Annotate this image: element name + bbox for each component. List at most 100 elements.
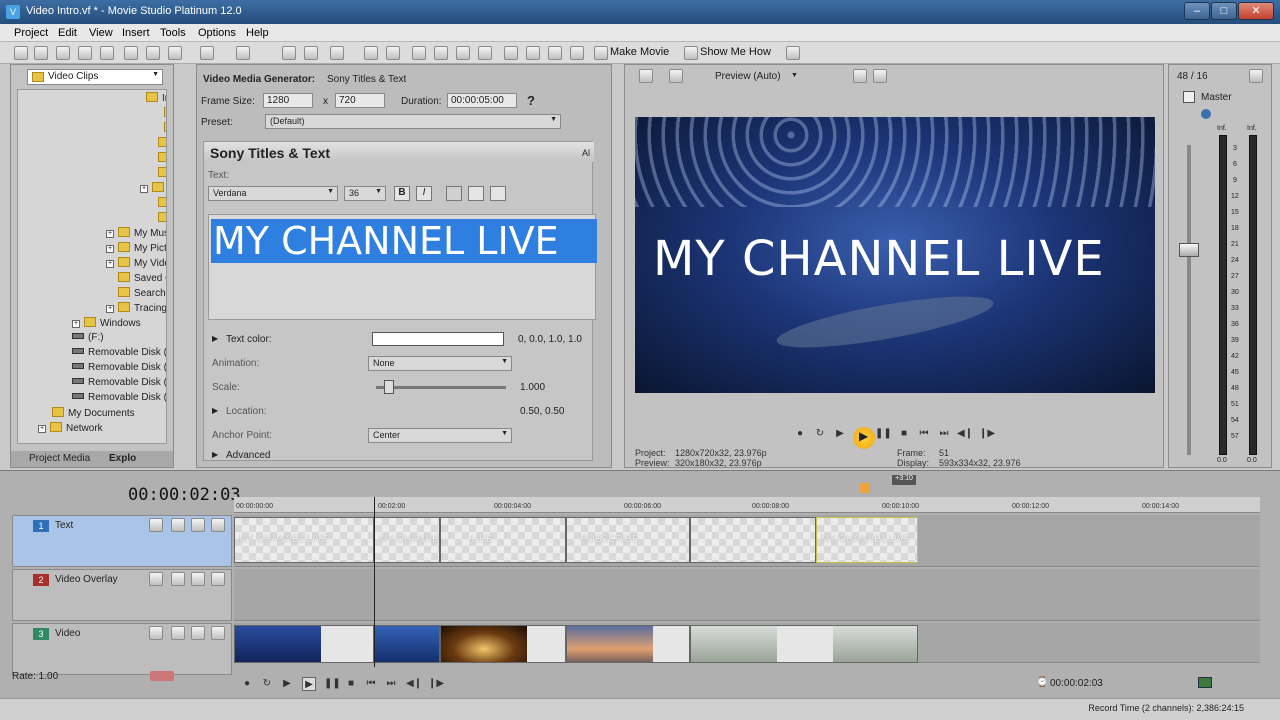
text-editor[interactable]: MY CHANNEL LIVE: [208, 214, 597, 320]
menu-tools[interactable]: Tools: [160, 27, 186, 39]
expand-icon[interactable]: +: [38, 425, 46, 433]
normal-edit-tool-icon[interactable]: [282, 46, 296, 60]
next-frame-icon[interactable]: ❙▶: [979, 427, 995, 441]
help-icon[interactable]: ?: [527, 93, 535, 108]
expand-icon[interactable]: +: [106, 230, 114, 238]
text-clip-selected[interactable]: MY CHANNEL LIVE: [816, 517, 918, 563]
rate-slider[interactable]: [150, 671, 174, 681]
auto-ripple-icon[interactable]: [386, 46, 400, 60]
track-name[interactable]: Text: [55, 520, 73, 531]
tree-item[interactable]: [164, 107, 166, 121]
tree-item[interactable]: Removable Disk (J:): [72, 392, 166, 406]
solo-icon[interactable]: [211, 518, 225, 532]
menu-options[interactable]: Options: [198, 27, 236, 39]
track-header-video[interactable]: 3 Video: [12, 623, 232, 675]
tree-item[interactable]: Searches: [118, 287, 166, 301]
menu-insert[interactable]: Insert: [122, 27, 150, 39]
expand-icon[interactable]: +: [72, 320, 80, 328]
pause-icon[interactable]: ❚❚: [875, 427, 892, 441]
track-name[interactable]: Video Overlay: [55, 574, 118, 585]
track-motion-icon[interactable]: [149, 518, 163, 532]
selected-text[interactable]: MY CHANNEL LIVE: [211, 219, 597, 263]
play-from-start-icon[interactable]: ▶: [833, 427, 847, 441]
tree-item[interactable]: +My Pictu: [106, 242, 166, 256]
tree-item[interactable]: [164, 122, 166, 136]
make-movie-button[interactable]: Make Movie: [610, 46, 669, 58]
tree-item[interactable]: K: [158, 137, 166, 151]
master-checkbox[interactable]: [1183, 91, 1195, 103]
expand-icon[interactable]: +: [140, 185, 148, 193]
time-ruler[interactable]: 00:00:00:00 00:02:00 00:00:04:00 00:00:0…: [234, 497, 1260, 513]
video-clip[interactable]: [234, 625, 374, 663]
previous-frame-icon[interactable]: ◀❙: [957, 427, 973, 441]
next-frame-icon[interactable]: ❙▶: [428, 677, 444, 691]
redo-icon[interactable]: [236, 46, 250, 60]
record-icon[interactable]: ●: [240, 677, 254, 691]
play-icon[interactable]: ▶: [302, 677, 316, 691]
solo-icon[interactable]: [211, 626, 225, 640]
save-snapshot-icon[interactable]: [873, 69, 887, 83]
text-clip[interactable]: MY CHANNEL LIVE: [374, 517, 440, 563]
scale-slider-handle[interactable]: [384, 380, 394, 394]
tree-item[interactable]: + Windows: [72, 317, 141, 331]
tree-item[interactable]: (F:): [72, 332, 104, 346]
tree-item[interactable]: R: [158, 167, 166, 181]
expand-icon[interactable]: +: [106, 260, 114, 268]
stop-icon[interactable]: ■: [897, 427, 911, 441]
save-icon[interactable]: [78, 46, 92, 60]
edit-tool-icon[interactable]: [504, 46, 518, 60]
anchor-dropdown[interactable]: Center: [368, 428, 512, 443]
record-icon[interactable]: ●: [793, 427, 807, 441]
go-to-start-icon[interactable]: ⏮: [917, 427, 931, 441]
mute-icon[interactable]: [191, 572, 205, 586]
tree-item[interactable]: N: [158, 152, 166, 166]
text-color-swatch[interactable]: [372, 332, 504, 346]
track-fx-icon[interactable]: [171, 518, 185, 532]
playhead-cursor[interactable]: [374, 497, 375, 667]
italic-button[interactable]: I: [416, 186, 432, 201]
lock-envelopes-icon[interactable]: [412, 46, 426, 60]
track-fx-icon[interactable]: [171, 572, 185, 586]
location-value[interactable]: 0.50, 0.50: [520, 406, 564, 417]
video-clip[interactable]: [440, 625, 566, 663]
stop-icon[interactable]: ■: [344, 677, 358, 691]
menu-edit[interactable]: Edit: [58, 27, 77, 39]
region-marker[interactable]: +3:10: [892, 475, 916, 485]
animation-dropdown[interactable]: None: [368, 356, 512, 371]
menu-view[interactable]: View: [89, 27, 113, 39]
align-left-icon[interactable]: [446, 186, 462, 201]
tree-item[interactable]: Saved Ga: [118, 272, 166, 286]
track-name[interactable]: Video: [55, 628, 80, 639]
select-tool-icon[interactable]: [304, 46, 318, 60]
track-motion-icon[interactable]: [149, 572, 163, 586]
font-size-dropdown[interactable]: 36: [344, 186, 386, 201]
close-button[interactable]: ✕: [1238, 2, 1274, 20]
loop-icon[interactable]: ↻: [813, 427, 827, 441]
solo-icon[interactable]: [211, 572, 225, 586]
tab-project-media[interactable]: Project Media: [29, 453, 90, 464]
expand-arrow-icon[interactable]: ▶: [212, 334, 218, 343]
split-icon[interactable]: [330, 46, 344, 60]
scale-value[interactable]: 1.000: [520, 382, 545, 393]
expand-icon[interactable]: +: [106, 245, 114, 253]
copy-icon[interactable]: [146, 46, 160, 60]
track-motion-icon[interactable]: [149, 626, 163, 640]
tree-item[interactable]: + Tracing: [106, 302, 166, 316]
frame-height-field[interactable]: 720: [335, 93, 385, 108]
properties-icon[interactable]: [100, 46, 114, 60]
text-color-value[interactable]: 0, 0.0, 1.0, 1.0: [518, 334, 582, 345]
marker-flag-icon[interactable]: [860, 483, 870, 493]
duration-field[interactable]: 00:00:05:00: [447, 93, 517, 108]
zoom-tool-icon[interactable]: [570, 46, 584, 60]
mute-icon[interactable]: [191, 626, 205, 640]
tree-item[interactable]: Removable Disk (I:): [72, 377, 166, 391]
bold-button[interactable]: B: [394, 186, 410, 201]
track-header-overlay[interactable]: 2 Video Overlay: [12, 569, 232, 621]
text-clip[interactable]: [690, 517, 816, 563]
external-monitor-icon[interactable]: [669, 69, 683, 83]
tree-item[interactable]: +My Musi: [106, 227, 166, 241]
expand-icon[interactable]: +: [106, 305, 114, 313]
loop-icon[interactable]: ↻: [260, 677, 274, 691]
tab-explorer[interactable]: Explo: [109, 453, 136, 464]
font-dropdown[interactable]: Verdana: [208, 186, 338, 201]
